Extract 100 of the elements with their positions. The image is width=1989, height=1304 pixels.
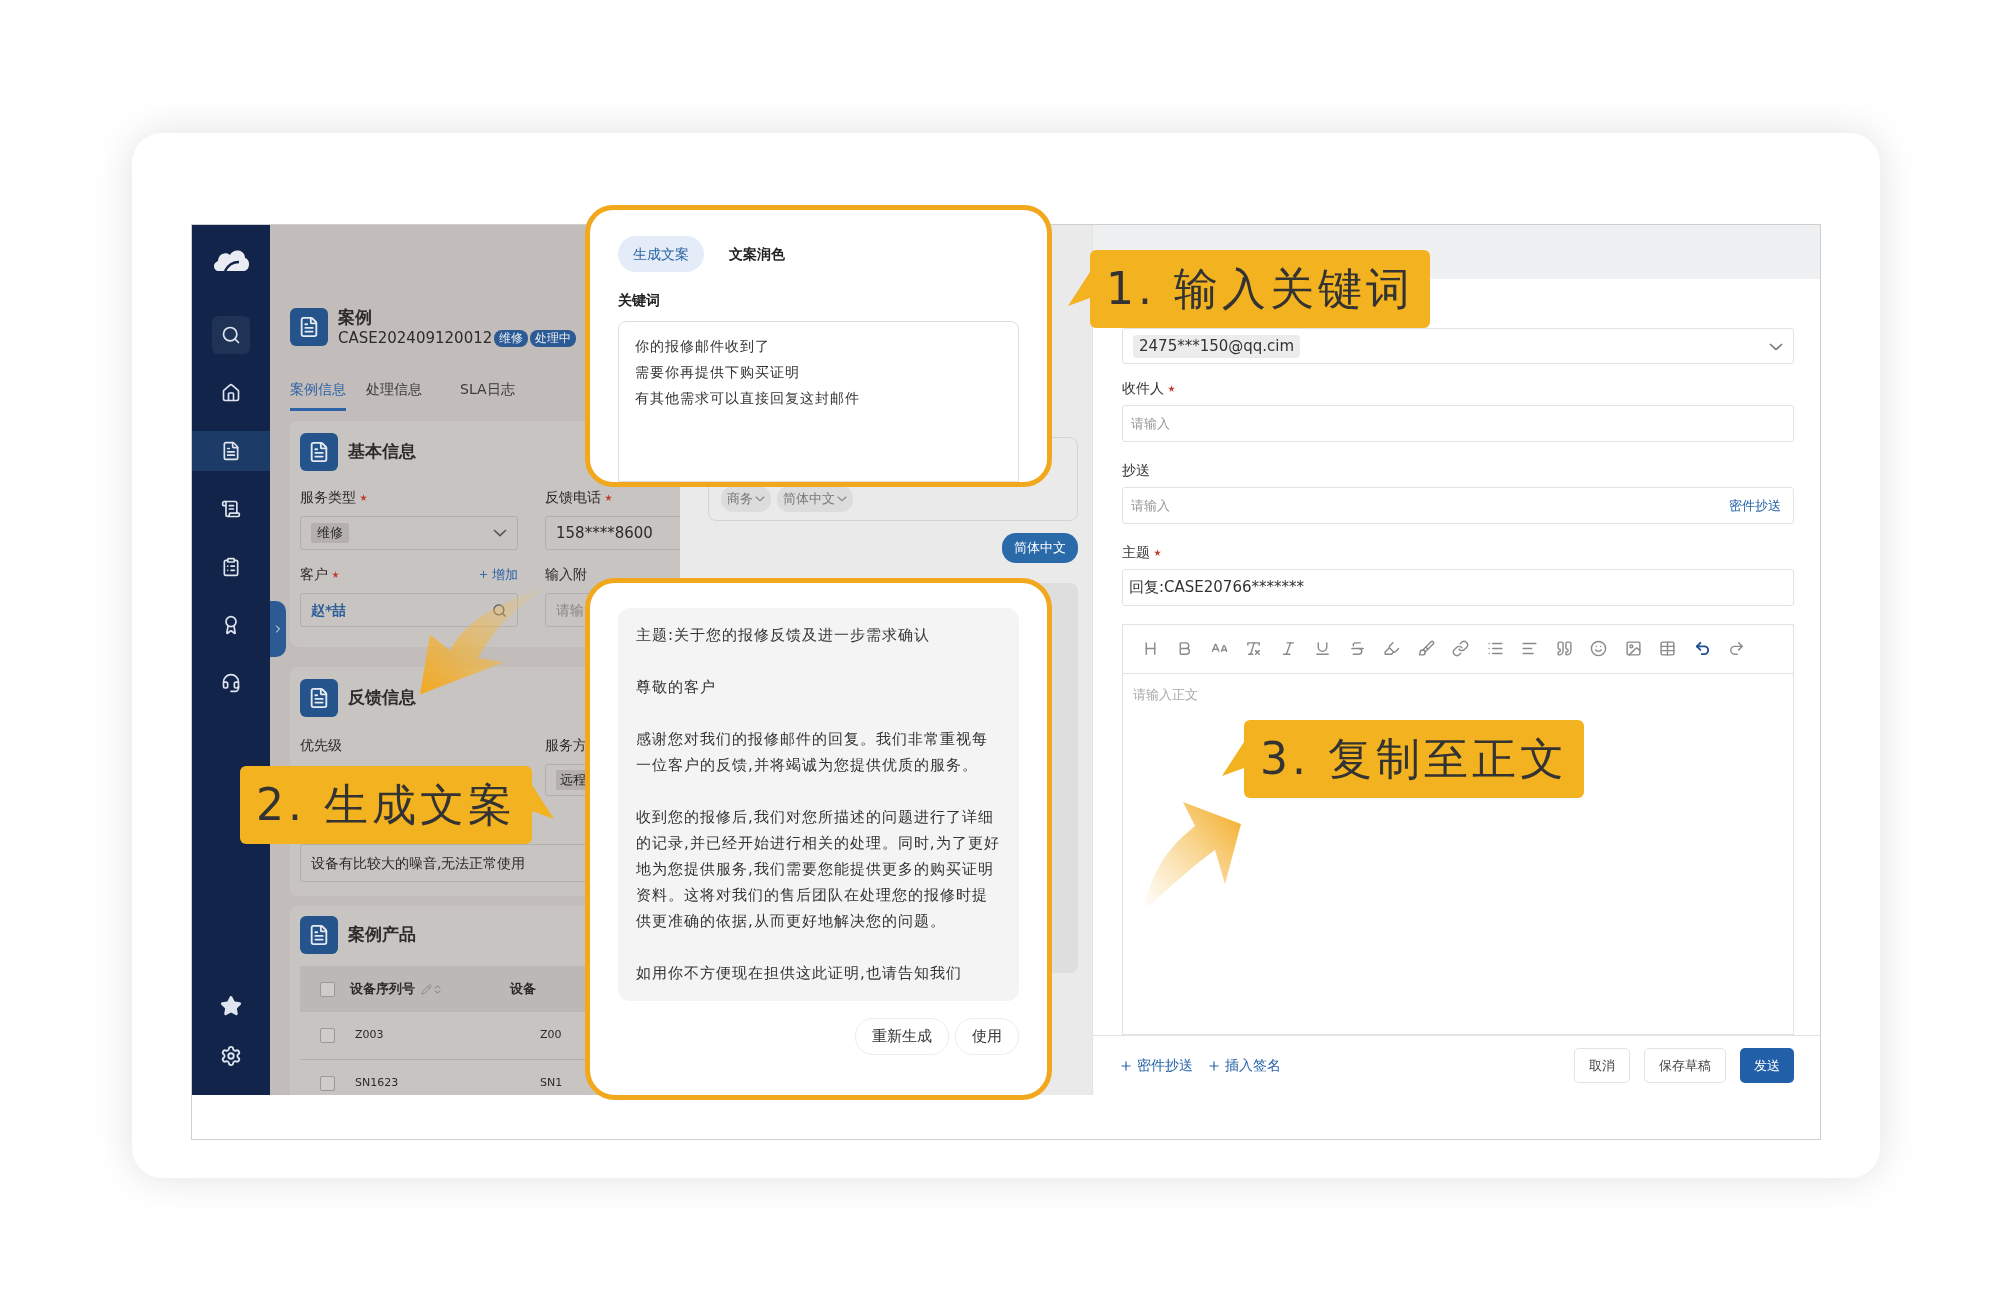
field-label: 反馈电话 [545, 487, 680, 508]
plus-icon [1119, 1058, 1133, 1073]
search-icon [221, 325, 241, 345]
field-label: 关键词 [618, 291, 661, 310]
strikethrough-icon [1348, 639, 1366, 657]
option-chip[interactable]: 商务 [721, 486, 771, 512]
field-value: 158****8600 [556, 522, 653, 544]
input-field[interactable]: 回复:CASE20766******* [1122, 569, 1794, 607]
star-icon [220, 995, 242, 1017]
section-icon [300, 433, 338, 471]
quote-icon [1555, 639, 1573, 657]
collapse-toggle[interactable] [270, 601, 286, 657]
section-title: 案例产品 [348, 923, 416, 947]
sender-select[interactable]: 2475***150@qq.cim [1122, 328, 1794, 365]
smiley-icon [1590, 639, 1608, 657]
selected-tag: 维修 [311, 523, 349, 543]
field-value: 设备有比较大的噪音,无法正常使用 [311, 853, 526, 873]
sort-icon [432, 983, 443, 995]
action-button[interactable]: 使用 [955, 1018, 1019, 1055]
field-label: 抄送 [1122, 461, 1151, 481]
field-label: 服务类型 [300, 487, 545, 508]
section-title: 反馈信息 [348, 686, 416, 710]
tab[interactable]: 处理信息 [366, 379, 422, 411]
input-field[interactable]: 请输入 [1122, 405, 1794, 443]
redo-icon [1728, 639, 1746, 657]
callout-pointer-icon [1222, 742, 1244, 776]
status-tag: 维修 [494, 329, 529, 347]
clipboard-icon [221, 557, 241, 577]
settings-icon [220, 1045, 242, 1067]
action-button[interactable]: 发送 [1740, 1048, 1794, 1084]
table-cell-text: SN1 [540, 1075, 564, 1092]
highlighter-icon [1383, 639, 1401, 657]
placeholder-text: 请输 [556, 600, 584, 620]
plus-icon [478, 569, 489, 580]
chevron-down-icon [755, 496, 765, 502]
field-label: 优先级 [300, 736, 342, 755]
select-field[interactable]: 维修 [300, 516, 518, 550]
footer-link[interactable]: 密件抄送 [1119, 1055, 1193, 1077]
column-header: 设备序列号 [350, 980, 415, 999]
input-field[interactable]: 赵*喆 [300, 593, 518, 627]
placeholder-text: 请输入正文 [1133, 687, 1198, 703]
home-icon [221, 383, 241, 403]
table-cell-text: SN1623 [355, 1075, 400, 1092]
headset-icon [221, 673, 241, 693]
checkbox[interactable] [320, 1076, 335, 1091]
input-field[interactable]: 158****8600 [545, 516, 680, 550]
field-label: 收件人 [1122, 378, 1794, 400]
column-header: 设备 [510, 980, 537, 999]
keyword-line: 有其他需求可以直接回复这封邮件 [635, 389, 861, 408]
action-button[interactable]: 重新生成 [855, 1018, 949, 1055]
tab[interactable]: SLA日志 [460, 379, 515, 411]
table-cell-text: Z003 [355, 1027, 385, 1044]
case-title: 案例 [338, 306, 373, 328]
generated-paragraph: 感谢您对我们的报修邮件的回复。我们非常重视每一位客户的反馈,并将竭诚为您提供优质的服务。 [636, 729, 989, 776]
sidebar-item[interactable] [192, 431, 270, 471]
chevron-down-icon [493, 529, 507, 537]
keyword-line: 需要你再提供下购买证明 [635, 363, 801, 382]
language-button[interactable]: 简体中文 [1002, 533, 1078, 563]
option-chip[interactable]: 简体中文 [777, 486, 853, 512]
callout-label: 3. 复制至正文 [1244, 720, 1584, 798]
status-tag: 处理中 [530, 329, 577, 347]
chevron-down-icon [837, 496, 847, 502]
callout-pointer-icon [1068, 272, 1090, 306]
document-icon [221, 441, 241, 461]
field-label: 服务方 [545, 736, 587, 755]
clear-format-icon [1245, 639, 1263, 657]
field-value: 赵*喆 [311, 600, 347, 620]
case-number: CASE202409120012 [338, 328, 493, 348]
undo-icon [1693, 639, 1711, 657]
plus-icon [1207, 1058, 1221, 1073]
field-label: 客户 [300, 564, 339, 585]
table-icon [1659, 639, 1677, 657]
generated-paragraph: 如用你不方便现在担供这此证明,也请告知我们 [636, 963, 963, 984]
action-button[interactable]: 取消 [1574, 1048, 1630, 1084]
tab[interactable]: 文案润色 [714, 236, 800, 272]
input-field[interactable]: 请输入 密件抄送 [1122, 487, 1794, 525]
edit-icon [421, 983, 432, 995]
checkbox[interactable] [320, 981, 335, 997]
footer-link[interactable]: 插入签名 [1207, 1055, 1281, 1077]
bcc-link[interactable]: 密件抄送 [1729, 496, 1781, 516]
tab[interactable]: 生成文案 [618, 236, 704, 272]
section-title: 基本信息 [348, 440, 416, 464]
generated-paragraph: 收到您的报修后,我们对您所描述的问题进行了详细的记录,并已经开始进行相关的处理。同时,为了更好地为您提供服务,我们需要您能提供更多的购买证明资料。这将对我们的售后团队在处理您的报修时提供更准确的依据,从而更好地解决您的问题。 [636, 807, 1001, 932]
field-label: 输入附 [545, 565, 588, 584]
generated-paragraph: 主题:关于您的报修反馈及进一步需求确认 [636, 625, 932, 646]
brush-icon [1417, 639, 1435, 657]
generated-paragraph: 尊敬的客户 [636, 677, 717, 698]
checkbox[interactable] [320, 1028, 335, 1043]
section-icon [290, 308, 328, 346]
sender-tag: 2475***150@qq.cim [1133, 335, 1301, 358]
keyword-line: 你的报修邮件收到了 [635, 337, 771, 356]
link-icon [1452, 639, 1470, 657]
keyword-textarea[interactable]: 你的报修邮件收到了 需要你再提供下购买证明 有其他需求可以直接回复这封邮件 [618, 321, 1019, 482]
image-icon [1624, 639, 1642, 657]
callout-label: 2. 生成文案 [240, 766, 532, 844]
action-button[interactable]: 保存草稿 [1644, 1048, 1726, 1084]
tab[interactable]: 案例信息 [290, 379, 346, 411]
add-link[interactable]: 增加 [478, 564, 518, 585]
table-cell-text: Z00 [540, 1027, 563, 1044]
chevron-down-icon [1769, 342, 1783, 351]
